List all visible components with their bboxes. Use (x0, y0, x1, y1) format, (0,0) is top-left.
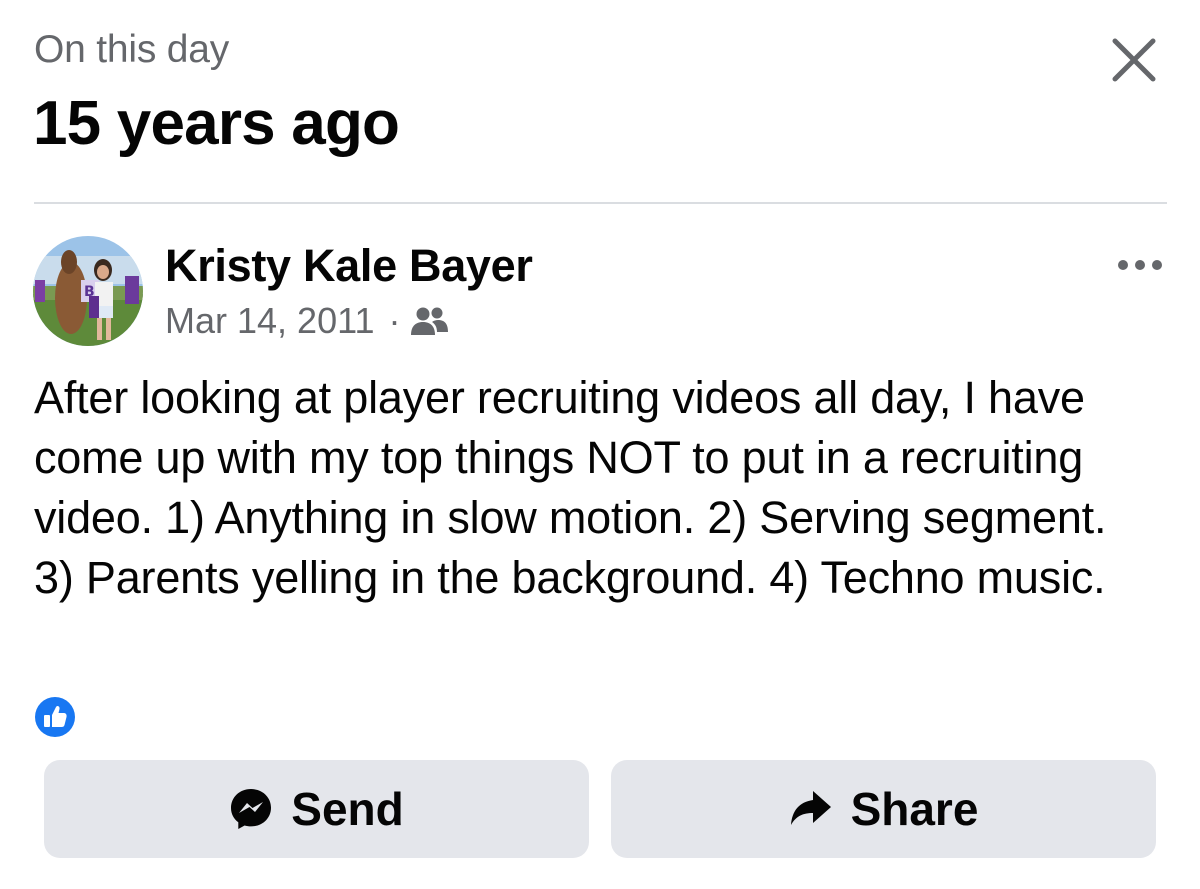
post-meta: Mar 14, 2011 · (165, 297, 450, 345)
share-label: Share (850, 783, 979, 835)
memory-card: On this day 15 years ago B Kristy Kale B… (0, 0, 1200, 889)
like-reaction-icon[interactable] (34, 696, 76, 738)
post-text: After looking at player recruiting video… (34, 372, 1107, 603)
share-button[interactable]: Share (611, 760, 1156, 858)
author-name[interactable]: Kristy Kale Bayer (165, 240, 533, 292)
messenger-icon (229, 787, 273, 831)
close-button[interactable] (1104, 30, 1164, 90)
friends-icon (411, 307, 449, 335)
send-label: Send (291, 783, 404, 835)
post-date[interactable]: Mar 14, 2011 (165, 300, 374, 342)
send-button[interactable]: Send (44, 760, 589, 858)
close-icon (1112, 38, 1156, 82)
share-arrow-icon (789, 789, 833, 829)
more-options-button[interactable] (1112, 245, 1168, 285)
more-options-icon (1118, 260, 1162, 270)
avatar[interactable]: B (33, 236, 143, 346)
page-title: 15 years ago (33, 89, 400, 158)
header-subtitle: On this day (34, 28, 230, 71)
meta-separator: · (388, 300, 401, 341)
divider (34, 202, 1167, 204)
